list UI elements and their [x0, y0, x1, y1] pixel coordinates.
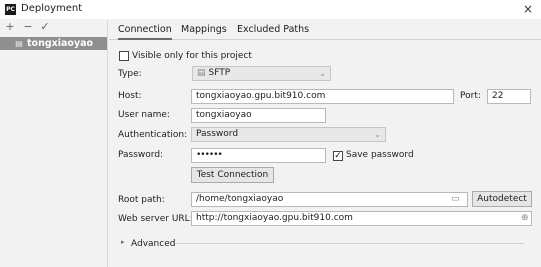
window-title: Deployment [21, 3, 83, 14]
save-password-label: Save password [346, 150, 414, 160]
username-label: User name: [118, 110, 170, 120]
auth-value: Password [196, 129, 239, 139]
app-logo-icon: PC [5, 4, 16, 15]
auth-label: Authentication: [118, 130, 188, 140]
chevron-down-icon: ⌄ [319, 69, 326, 78]
add-server-icon[interactable]: + [4, 21, 16, 33]
web-url-input[interactable]: http://tongxiaoyao.gpu.bit910.com [191, 211, 532, 226]
save-password-checkbox[interactable]: ✓ [333, 151, 343, 161]
server-icon: ▤ [15, 39, 23, 48]
visible-only-label: Visible only for this project [132, 51, 252, 61]
server-list-panel: + − ✓ ▤ tongxiaoyao [0, 20, 108, 267]
type-select[interactable]: ▤ SFTP ⌄ [192, 66, 331, 81]
port-label: Port: [460, 91, 481, 101]
browse-folder-icon[interactable]: ▭ [451, 194, 460, 204]
tab-connection[interactable]: Connection [118, 20, 172, 40]
port-input[interactable]: 22 [487, 89, 531, 104]
username-input[interactable]: tongxiaoyao [191, 108, 326, 123]
check-mark-icon: ✓ [334, 151, 342, 161]
chevron-down-icon: ⌄ [374, 130, 381, 139]
server-item-label: tongxiaoyao [27, 38, 94, 49]
host-input[interactable]: tongxiaoyao.gpu.bit910.com [191, 89, 454, 104]
advanced-toggle[interactable]: Advanced [131, 238, 175, 250]
test-connection-button[interactable]: Test Connection [191, 167, 274, 183]
tab-bar: Connection Mappings Excluded Paths [109, 20, 541, 40]
set-default-check-icon[interactable]: ✓ [39, 21, 51, 33]
web-url-label: Web server URL: [118, 214, 193, 224]
title-bar: PC Deployment × [0, 0, 541, 19]
host-label: Host: [118, 91, 142, 101]
root-path-input[interactable]: /home/tongxiaoyao [191, 192, 468, 207]
tab-mappings[interactable]: Mappings [181, 20, 227, 40]
type-value: SFTP [208, 68, 231, 78]
advanced-divider [176, 243, 524, 244]
password-label: Password: [118, 150, 164, 160]
expand-arrow-icon[interactable]: ▸ [121, 238, 125, 246]
password-field[interactable]: •••••• [191, 148, 326, 163]
visible-only-checkbox[interactable] [119, 51, 129, 61]
sftp-icon: ▤ [197, 68, 206, 78]
root-path-label: Root path: [118, 195, 165, 205]
type-label: Type: [118, 69, 142, 79]
server-item-tongxiaoyao[interactable]: ▤ tongxiaoyao [0, 37, 107, 50]
autodetect-button[interactable]: Autodetect [472, 191, 532, 207]
globe-icon[interactable]: ⊕ [521, 213, 529, 223]
connection-form: Visible only for this project Type: ▤ SFT… [109, 41, 541, 267]
close-icon[interactable]: × [519, 1, 537, 17]
authentication-select[interactable]: Password ⌄ [191, 127, 386, 142]
tab-excluded-paths[interactable]: Excluded Paths [237, 20, 309, 40]
remove-server-icon[interactable]: − [22, 21, 34, 33]
